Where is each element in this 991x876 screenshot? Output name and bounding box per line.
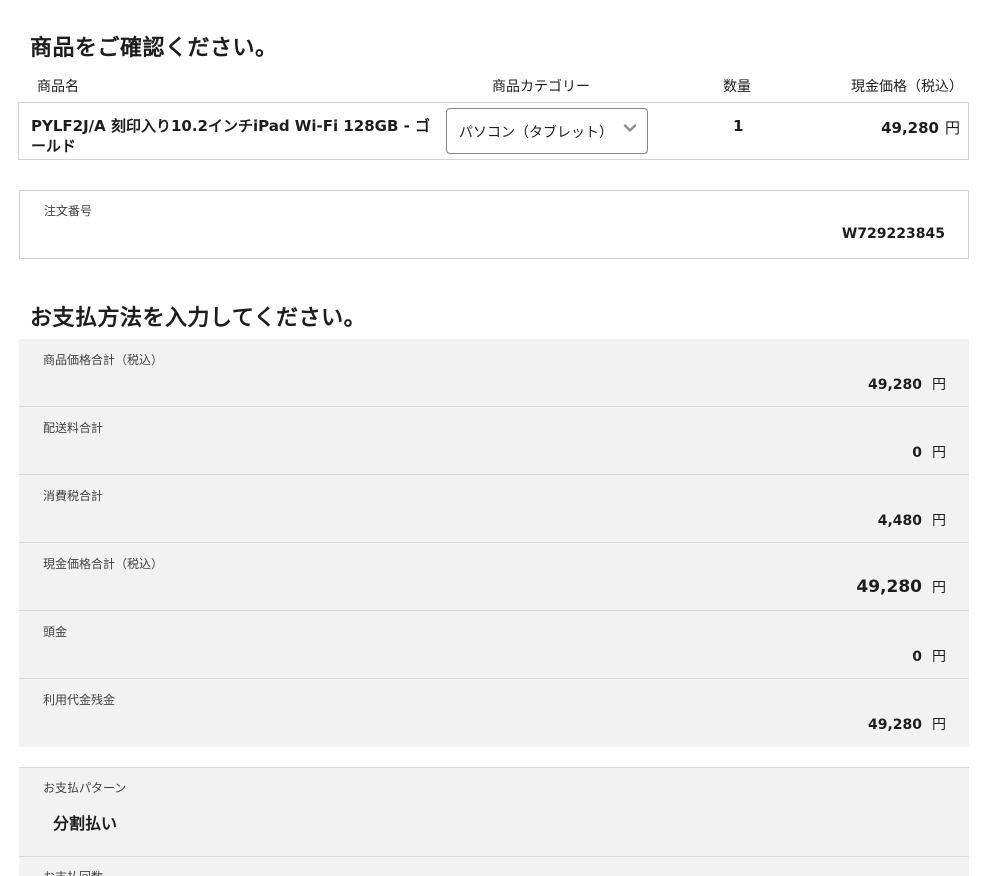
summary-value: 49,280 円 [868, 374, 946, 394]
summary-currency: 円 [932, 513, 946, 529]
summary-amount: 49,280 [867, 377, 922, 393]
summary-amount: 0 [912, 445, 922, 461]
summary-label: 商品価格合計（税込） [43, 353, 164, 367]
checkout-page: 商品をご確認ください。 商品名 商品カテゴリー 数量 現金価格（税込） PYLF… [0, 0, 991, 876]
summary-row-down-payment: 頭金 0円 [19, 611, 969, 679]
order-number-box: 注文番号 W729223845 [19, 190, 969, 259]
summary-row-shipping: 配送料合計 0円 [19, 407, 969, 475]
summary-label: 現金価格合計（税込） [43, 557, 164, 571]
summary-row-tax: 消費税合計 4,480 円 [19, 475, 969, 543]
product-price-value: 49,280 [881, 119, 939, 137]
product-price: 49,280 円 [881, 117, 960, 138]
chevron-down-icon [623, 124, 637, 132]
product-name: PYLF2J/A 刻印入り10.2インチiPad Wi-Fi 128GB - ゴ… [31, 117, 431, 155]
summary-row-subtotal: 商品価格合計（税込） 49,280 円 [19, 339, 969, 407]
product-row: PYLF2J/A 刻印入り10.2インチiPad Wi-Fi 128GB - ゴ… [18, 102, 969, 160]
payment-count-label: お支払回数 [43, 868, 103, 876]
product-table-header: 商品名 商品カテゴリー 数量 現金価格（税込） [18, 76, 969, 96]
column-header-name: 商品名 [37, 79, 79, 95]
product-price-currency: 円 [944, 119, 960, 137]
column-header-quantity: 数量 [723, 79, 751, 95]
summary-label: 消費税合計 [43, 489, 104, 503]
summary-amount: 49,280 [856, 577, 922, 597]
summary-label: 配送料合計 [43, 421, 104, 435]
column-header-price: 現金価格（税込） [851, 79, 963, 95]
payment-count-box[interactable]: お支払回数 [19, 856, 969, 876]
payment-pattern-value: 分割払い [53, 814, 118, 833]
summary-currency: 円 [932, 717, 946, 733]
summary-value: 0円 [912, 442, 946, 462]
payment-summary-list: 商品価格合計（税込） 49,280 円 配送料合計 0円 消費税合計 4,480 円… [19, 339, 969, 747]
summary-currency: 円 [932, 377, 946, 393]
column-header-category: 商品カテゴリー [492, 79, 590, 95]
summary-amount: 0 [912, 649, 922, 665]
order-number-value: W729223845 [841, 226, 945, 242]
summary-value: 49,280 円 [868, 714, 946, 734]
summary-currency: 円 [932, 580, 946, 596]
summary-currency: 円 [932, 649, 946, 665]
summary-row-balance: 利用代金残金 49,280 円 [19, 679, 969, 747]
summary-amount: 49,280 [867, 717, 922, 733]
payment-pattern-label: お支払パターン [43, 781, 127, 795]
product-quantity: 1 [733, 117, 744, 135]
payment-title: お支払方法を入力してください。 [30, 306, 367, 331]
summary-label: 利用代金残金 [43, 693, 116, 707]
category-select[interactable]: パソコン（タブレット） [446, 108, 648, 154]
payment-pattern-box[interactable]: お支払パターン 分割払い [19, 767, 969, 856]
order-number-label: 注文番号 [44, 204, 93, 218]
confirm-title: 商品をご確認ください。 [30, 36, 278, 61]
summary-label: 頭金 [43, 625, 68, 639]
summary-value: 0円 [912, 646, 946, 666]
summary-amount: 4,480 [877, 513, 922, 529]
summary-value: 49,280 円 [856, 577, 946, 597]
category-select-value: パソコン（タブレット） [459, 125, 613, 141]
summary-row-cash-total: 現金価格合計（税込） 49,280 円 [19, 543, 969, 611]
summary-currency: 円 [932, 445, 946, 461]
summary-value: 4,480 円 [878, 510, 946, 530]
